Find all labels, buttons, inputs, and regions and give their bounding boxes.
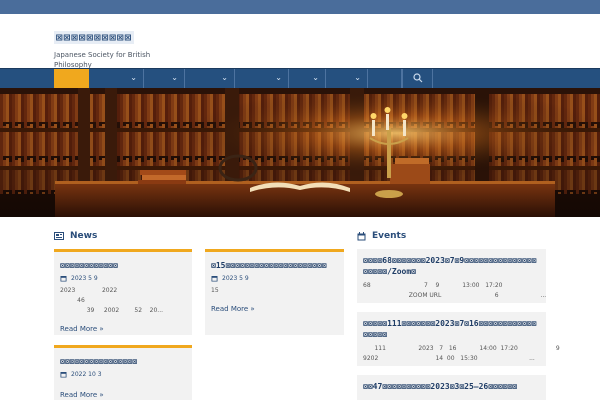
news-date: 2022 10 3 (60, 371, 186, 378)
nav-item-7[interactable]: ⌄ (326, 69, 368, 89)
chevron-down-icon: ⌄ (130, 73, 137, 82)
event-card: ⊠⊠⊠⊠68⊠⊠⊠⊠⊠⊠⊠2023⊠7⊠9⊠⊠⊠⊠⊠⊠⊠⊠⊠⊠⊠⊠⊠⊠⊠⊠⊠⊠⊠… (357, 249, 546, 303)
event-title[interactable]: ⊠⊠⊠⊠⊠111⊠⊠⊠⊠⊠⊠⊠2023⊠7⊠16⊠⊠⊠⊠⊠⊠⊠⊠⊠⊠⊠⊠⊠⊠⊠⊠… (363, 318, 540, 340)
hero-banner (0, 88, 600, 217)
news-card: ⊠⊠⊠⊠⊠⊠⊠⊠⊠⊠⊠⊠ 2023 5 9 2023 2022 46 39 20… (54, 249, 192, 335)
read-more-link[interactable]: Read More » (211, 305, 255, 313)
events-section-heading: Events (357, 231, 406, 241)
news-title[interactable]: ⊠⊠⊠⊠⊠⊠⊠⊠⊠⊠⊠⊠⊠⊠⊠⊠ (60, 356, 186, 367)
main-navigation: ⌄ ⌄ ⌄ ⌄ ⌄ ⌄ (0, 68, 600, 89)
event-title[interactable]: ⊠⊠47⊠⊠⊠⊠⊠⊠⊠⊠⊠⊠2023⊠3⊠25–26⊠⊠⊠⊠⊠⊠ (363, 381, 540, 392)
calendar-icon (60, 276, 67, 282)
calendar-icon (60, 372, 67, 378)
news-heading: News (70, 231, 98, 241)
library-image (0, 88, 600, 217)
news-card: ⊠⊠⊠⊠⊠⊠⊠⊠⊠⊠⊠⊠⊠⊠⊠⊠ 2022 10 3 Read More » (54, 345, 192, 400)
search-icon (413, 73, 423, 83)
nav-item-6[interactable]: ⌄ (289, 69, 326, 89)
event-card: ⊠⊠47⊠⊠⊠⊠⊠⊠⊠⊠⊠⊠2023⊠3⊠25–26⊠⊠⊠⊠⊠⊠ (357, 375, 546, 400)
news-date-text: 2022 10 3 (71, 371, 102, 378)
event-excerpt: 111 2023 7 16 14:00 17:20 9 9202 14 00 1… (363, 345, 560, 362)
chevron-down-icon: ⌄ (171, 73, 178, 82)
site-title[interactable]: ⊠⊠⊠⊠⊠⊠⊠⊠⊠⊠ (54, 31, 135, 44)
news-title[interactable]: ⊠⊠⊠⊠⊠⊠⊠⊠⊠⊠⊠⊠ (60, 260, 186, 271)
nav-item-home[interactable] (54, 69, 89, 89)
news-date: 2023 5 9 (211, 275, 338, 282)
calendar-icon (357, 231, 366, 240)
newspaper-icon (54, 232, 64, 240)
news-date-text: 2023 5 9 (71, 275, 98, 282)
top-bar (0, 0, 600, 14)
news-date-text: 2023 5 9 (222, 275, 249, 282)
nav-item-3[interactable]: ⌄ (144, 69, 185, 89)
chevron-down-icon: ⌄ (275, 73, 282, 82)
event-card: ⊠⊠⊠⊠⊠111⊠⊠⊠⊠⊠⊠⊠2023⊠7⊠16⊠⊠⊠⊠⊠⊠⊠⊠⊠⊠⊠⊠⊠⊠⊠⊠… (357, 312, 560, 366)
news-card: ⊠15⊠⊠⊠⊠⊠⊠⊠⊠⊠⊠⊠⊠⊠⊠⊠⊠⊠⊠⊠⊠⊠ 2023 5 9 15 Rea… (205, 249, 344, 335)
event-title[interactable]: ⊠⊠⊠⊠68⊠⊠⊠⊠⊠⊠⊠2023⊠7⊠9⊠⊠⊠⊠⊠⊠⊠⊠⊠⊠⊠⊠⊠⊠⊠⊠⊠⊠⊠… (363, 255, 540, 277)
nav-item-4[interactable]: ⌄ (185, 69, 235, 89)
calendar-icon (211, 276, 218, 282)
news-excerpt: 2023 2022 46 39 2002 52 20... (60, 287, 164, 314)
read-more-link[interactable]: Read More » (60, 391, 104, 399)
site-branding[interactable]: ⊠⊠⊠⊠⊠⊠⊠⊠⊠⊠ Japanese Society for British … (54, 26, 164, 70)
nav-item-2[interactable]: ⌄ (89, 69, 144, 89)
read-more-link[interactable]: Read More » (60, 325, 104, 333)
chevron-down-icon: ⌄ (312, 73, 319, 82)
news-date: 2023 5 9 (60, 275, 186, 282)
page: ⊠⊠⊠⊠⊠⊠⊠⊠⊠⊠ Japanese Society for British … (0, 0, 600, 400)
events-heading: Events (372, 231, 407, 241)
news-title[interactable]: ⊠15⊠⊠⊠⊠⊠⊠⊠⊠⊠⊠⊠⊠⊠⊠⊠⊠⊠⊠⊠⊠⊠ (211, 260, 338, 271)
nav-search-button[interactable] (402, 69, 433, 89)
nav-item-5[interactable]: ⌄ (235, 69, 289, 89)
chevron-down-icon: ⌄ (221, 73, 228, 82)
chevron-down-icon: ⌄ (354, 73, 361, 82)
news-excerpt: 15 (211, 287, 219, 294)
site-subtitle: Japanese Society for British Philosophy (54, 51, 151, 69)
event-excerpt: 68 7 9 13:00 17:20 ZOOM URL 6 ... (363, 282, 547, 299)
news-section-heading: News (54, 231, 97, 241)
nav-item-8[interactable] (368, 69, 402, 89)
